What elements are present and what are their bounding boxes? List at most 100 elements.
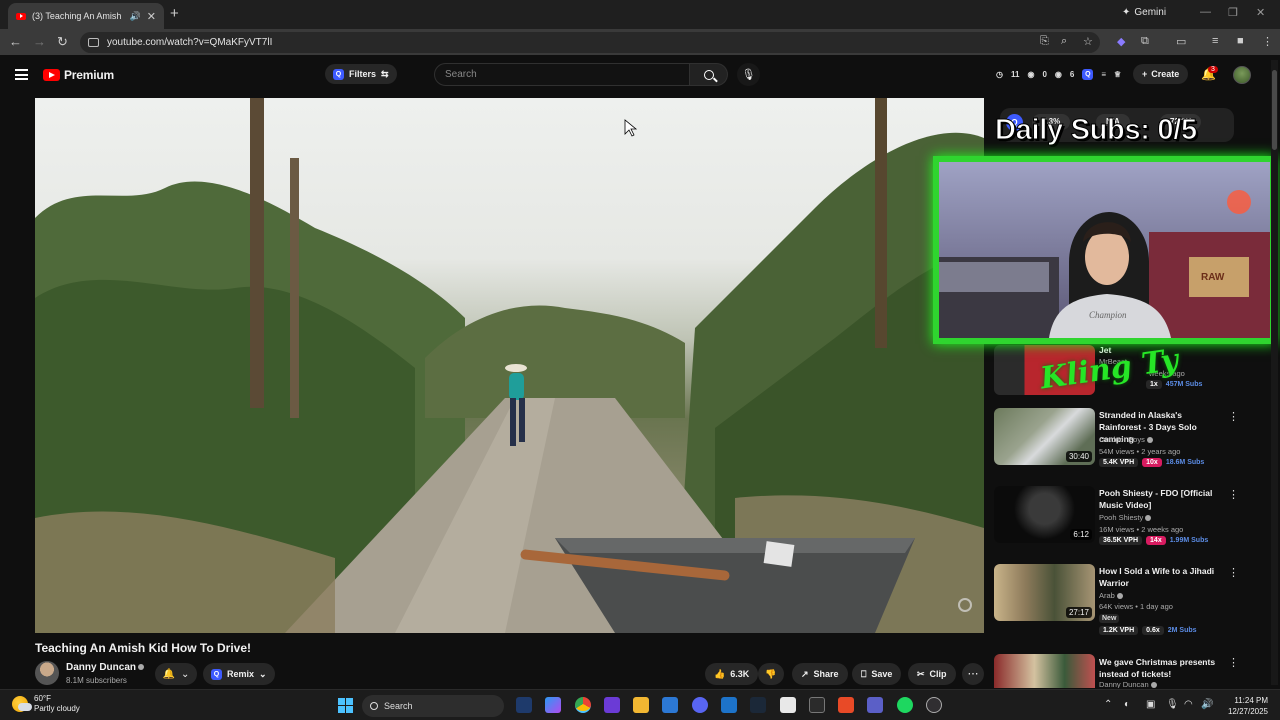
reload-icon[interactable]: ↻: [57, 34, 68, 50]
recommendation-item[interactable]: 27:17 How I Sold a Wife to a Jihadi Warr…: [994, 564, 1244, 635]
dislike-button[interactable]: 👎: [758, 663, 784, 685]
video-duration: 30:40: [1065, 451, 1092, 462]
channel-avatar[interactable]: [35, 661, 59, 685]
save-button[interactable]: ⎕ Save: [852, 663, 902, 685]
like-button[interactable]: 👍 6.3K: [705, 663, 759, 685]
minimize-icon[interactable]: —: [1200, 6, 1211, 18]
recommendation-item[interactable]: We gave Christmas presents instead of ti…: [994, 654, 1244, 688]
gemini-label: Gemini: [1134, 7, 1167, 18]
speaker-icon[interactable]: 🔊: [130, 11, 141, 22]
channel-text: Outdoor Boys: [1099, 435, 1145, 444]
tray-chevron-icon[interactable]: ⌃: [1104, 699, 1112, 710]
subs-badge: 2M Subs: [1167, 627, 1197, 634]
more-options-icon[interactable]: ⋮: [1228, 656, 1239, 669]
recommendation-channel: Arab: [1099, 591, 1123, 600]
subs-badge: 1.99M Subs: [1169, 537, 1209, 544]
clip-button[interactable]: ✂ Clip: [908, 663, 956, 685]
install-icon[interactable]: ⎘: [1040, 35, 1049, 48]
share-button[interactable]: ↗ Share: [792, 663, 848, 685]
back-icon[interactable]: ←: [9, 34, 22, 49]
tab-close-icon[interactable]: ✕: [147, 10, 156, 23]
extension-icon[interactable]: ◆: [1117, 35, 1125, 48]
recommendation-item[interactable]: 30:40 Stranded in Alaska's Rainforest - …: [994, 408, 1244, 470]
address-bar[interactable]: youtube.com/watch?v=QMaKFyVT7lI: [80, 32, 1100, 53]
youtube-logo[interactable]: Premium: [43, 68, 114, 82]
account-avatar[interactable]: [1233, 66, 1251, 84]
zoom-icon[interactable]: ⌕: [1061, 35, 1067, 48]
task-view-icon[interactable]: [516, 697, 532, 713]
window-close-icon[interactable]: ✕: [1256, 6, 1265, 19]
sliders-icon: ⇆: [381, 68, 389, 79]
site-info-icon[interactable]: [88, 38, 99, 47]
recommendation-thumbnail[interactable]: [994, 654, 1095, 688]
obs-icon[interactable]: [926, 697, 942, 713]
more-options-icon[interactable]: ⋮: [1228, 566, 1239, 579]
profile-icon[interactable]: ■: [1237, 35, 1244, 47]
new-tab-icon[interactable]: +: [170, 5, 179, 22]
page-scrollbar[interactable]: [1271, 60, 1278, 685]
search-button[interactable]: [690, 63, 728, 86]
create-button[interactable]: + Create: [1133, 64, 1189, 84]
forward-icon[interactable]: →: [33, 34, 46, 49]
teams-icon[interactable]: [867, 697, 883, 713]
channel-name[interactable]: Danny Duncan: [66, 662, 145, 673]
chrome-icon[interactable]: [575, 697, 591, 713]
voice-search-button[interactable]: 🎙: [737, 63, 760, 86]
tray-app-icon[interactable]: ◐: [1124, 699, 1130, 710]
scrollbar-thumb[interactable]: [1272, 70, 1277, 150]
media-icon[interactable]: ≡: [1212, 35, 1218, 47]
tab-title: (3) Teaching An Amish Kid: [32, 11, 124, 21]
discord-icon[interactable]: [692, 697, 708, 713]
extensions-puzzle-icon[interactable]: ⧉: [1141, 35, 1149, 48]
save-label: Save: [871, 669, 893, 679]
video-duration: 6:12: [1070, 529, 1092, 540]
weather-widget[interactable]: 60°F Partly cloudy: [12, 694, 80, 714]
filters-button[interactable]: Q Filters ⇆: [325, 64, 397, 84]
player-settings-icon[interactable]: [958, 598, 972, 612]
list-icon[interactable]: ≡: [1101, 70, 1106, 79]
taskbar-search[interactable]: Search: [362, 695, 504, 717]
recommendation-thumbnail[interactable]: 6:12: [994, 486, 1095, 543]
share-label: Share: [813, 669, 839, 679]
browser-tab[interactable]: (3) Teaching An Amish Kid 🔊 ✕: [8, 3, 164, 29]
eye-icon: ◉: [1054, 70, 1062, 79]
steam-icon[interactable]: [750, 697, 766, 713]
recommendation-thumbnail[interactable]: 30:40: [994, 408, 1095, 465]
copilot-icon[interactable]: [545, 697, 561, 713]
video-player[interactable]: [35, 98, 984, 633]
store-icon[interactable]: [780, 697, 796, 713]
svg-text:RAW: RAW: [1201, 272, 1225, 283]
recommendation-item[interactable]: 6:12 Pooh Shiesty - FDO [Official Music …: [994, 486, 1244, 548]
wifi-icon[interactable]: ◠: [1184, 699, 1193, 710]
app-icon[interactable]: [838, 697, 854, 713]
windows-start-icon[interactable]: [338, 698, 353, 713]
gemini-button[interactable]: ✦ Gemini: [1122, 7, 1166, 18]
tray-app-icon[interactable]: ▣: [1146, 699, 1155, 710]
more-actions-button[interactable]: ⋯: [962, 663, 984, 685]
search-input[interactable]: Search: [434, 63, 690, 86]
browser-menu-icon[interactable]: ⋮: [1262, 35, 1273, 48]
bookmark-star-icon[interactable]: ☆: [1083, 35, 1093, 48]
sidepanel-icon[interactable]: ▭: [1176, 35, 1186, 48]
app-icon[interactable]: [604, 697, 620, 713]
game-icon[interactable]: [809, 697, 825, 713]
system-clock[interactable]: 11:24 PM 12/27/2025: [1218, 695, 1268, 717]
more-options-icon[interactable]: ⋮: [1228, 488, 1239, 501]
subscription-bell-button[interactable]: 🔔 ⌄: [155, 663, 197, 685]
trophy-icon[interactable]: ♕: [1114, 70, 1121, 79]
menu-icon[interactable]: [15, 69, 28, 80]
file-explorer-icon[interactable]: [633, 697, 649, 713]
notepad-icon[interactable]: [662, 697, 678, 713]
volume-icon[interactable]: 🔊: [1201, 699, 1213, 710]
extension-q-icon[interactable]: Q: [1082, 69, 1094, 80]
more-options-icon[interactable]: ⋮: [1228, 410, 1239, 423]
restore-icon[interactable]: ❐: [1228, 6, 1238, 19]
photos-icon[interactable]: [721, 697, 737, 713]
remix-button[interactable]: Q Remix ⌄: [203, 663, 275, 685]
spotify-icon[interactable]: [897, 697, 913, 713]
temperature: 60°F: [34, 694, 51, 703]
browser-toolbar: ← → ↻ youtube.com/watch?v=QMaKFyVT7lI ⎘ …: [0, 29, 1280, 55]
channel-text: Arab: [1099, 591, 1115, 600]
microphone-icon[interactable]: 🎙: [1166, 699, 1179, 710]
recommendation-thumbnail[interactable]: 27:17: [994, 564, 1095, 621]
